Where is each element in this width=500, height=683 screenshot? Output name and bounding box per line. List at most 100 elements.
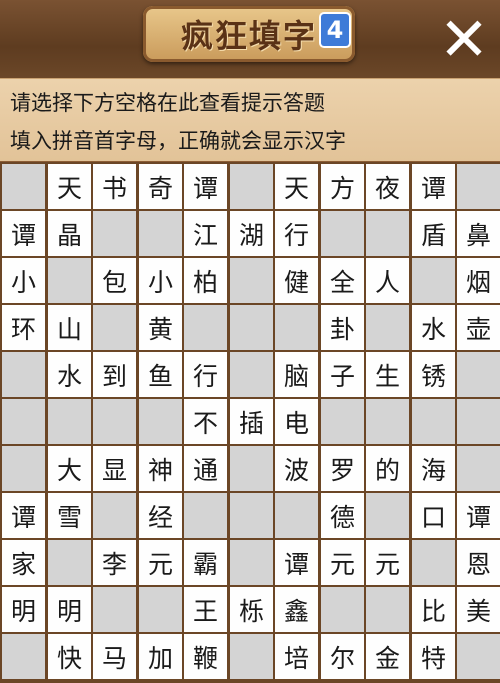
grid-cell-filled: 环 — [2, 305, 45, 350]
grid-cell-empty[interactable] — [321, 587, 364, 632]
grid-cell-filled: 鱼 — [139, 352, 182, 397]
grid-cell-empty[interactable] — [184, 493, 227, 538]
grid-cell-filled: 江 — [184, 211, 227, 256]
grid-cell-filled: 尔 — [321, 634, 364, 679]
grid-cell-filled: 比 — [412, 587, 455, 632]
grid-cell-filled: 元 — [366, 540, 409, 585]
grid-cell-empty[interactable] — [2, 446, 45, 491]
grid-cell-empty[interactable] — [230, 446, 273, 491]
grid-cell-filled: 夜 — [366, 164, 409, 209]
grid-cell-empty[interactable] — [412, 399, 455, 444]
grid-cell-empty[interactable] — [366, 305, 409, 350]
grid-cell-filled: 马 — [93, 634, 136, 679]
grid-cell-empty[interactable] — [230, 352, 273, 397]
grid-cell-filled: 到 — [93, 352, 136, 397]
grid-cell-empty[interactable] — [230, 164, 273, 209]
grid-cell-filled: 鞭 — [184, 634, 227, 679]
grid-cell-empty[interactable] — [366, 587, 409, 632]
grid-cell-filled: 波 — [275, 446, 318, 491]
grid-cell-filled: 天 — [275, 164, 318, 209]
crossword-grid: 天书奇谭天方夜谭谭晶江湖行盾鼻小包小柏健全人烟环山黄卦水壶水到鱼行脑子生锈不插电… — [0, 162, 500, 683]
grid-cell-empty[interactable] — [457, 352, 500, 397]
grid-cell-filled: 加 — [139, 634, 182, 679]
grid-cell-filled: 谭 — [457, 493, 500, 538]
grid-cell-filled: 生 — [366, 352, 409, 397]
grid-cell-empty[interactable] — [2, 399, 45, 444]
grid-cell-empty[interactable] — [457, 399, 500, 444]
grid-cell-empty[interactable] — [457, 634, 500, 679]
grid-cell-filled: 山 — [48, 305, 91, 350]
grid-cell-filled: 的 — [366, 446, 409, 491]
grid-cell-empty[interactable] — [230, 258, 273, 303]
grid-cell-filled: 显 — [93, 446, 136, 491]
grid-cell-empty[interactable] — [366, 211, 409, 256]
grid-cell-empty[interactable] — [139, 587, 182, 632]
grid-cell-empty[interactable] — [184, 305, 227, 350]
grid-cell-filled: 书 — [93, 164, 136, 209]
grid-cell-empty[interactable] — [93, 399, 136, 444]
grid-cell-filled: 元 — [139, 540, 182, 585]
grid-cell-filled: 谭 — [184, 164, 227, 209]
grid-cell-filled: 水 — [48, 352, 91, 397]
grid-cell-filled: 锈 — [412, 352, 455, 397]
grid-cell-filled: 经 — [139, 493, 182, 538]
grid-cell-filled: 金 — [366, 634, 409, 679]
grid-cell-filled: 湖 — [230, 211, 273, 256]
grid-cell-empty[interactable] — [93, 305, 136, 350]
grid-cell-empty[interactable] — [275, 305, 318, 350]
grid-cell-filled: 全 — [321, 258, 364, 303]
grid-cell-filled: 烟 — [457, 258, 500, 303]
grid-cell-filled: 奇 — [139, 164, 182, 209]
grid-cell-filled: 海 — [412, 446, 455, 491]
grid-cell-empty[interactable] — [48, 399, 91, 444]
grid-cell-filled: 子 — [321, 352, 364, 397]
grid-cell-filled: 栎 — [230, 587, 273, 632]
grid-cell-filled: 柏 — [184, 258, 227, 303]
grid-cell-empty[interactable] — [2, 164, 45, 209]
grid-cell-empty[interactable] — [48, 540, 91, 585]
grid-cell-filled: 罗 — [321, 446, 364, 491]
grid-cell-filled: 不 — [184, 399, 227, 444]
grid-cell-empty[interactable] — [366, 399, 409, 444]
hint-panel: 请选择下方空格在此查看提示答题 填入拼音首字母，正确就会显示汉字 — [0, 78, 500, 163]
grid-cell-empty[interactable] — [321, 399, 364, 444]
grid-cell-empty[interactable] — [275, 493, 318, 538]
grid-cell-empty[interactable] — [412, 540, 455, 585]
grid-cell-filled: 盾 — [412, 211, 455, 256]
grid-cell-empty[interactable] — [412, 258, 455, 303]
grid-cell-empty[interactable] — [93, 211, 136, 256]
grid-cell-empty[interactable] — [230, 634, 273, 679]
grid-cell-filled: 行 — [184, 352, 227, 397]
grid-cell-empty[interactable] — [139, 211, 182, 256]
grid-cell-filled: 雪 — [48, 493, 91, 538]
grid-cell-empty[interactable] — [48, 258, 91, 303]
grid-cell-empty[interactable] — [230, 540, 273, 585]
grid-cell-filled: 鼻 — [457, 211, 500, 256]
grid-cell-filled: 德 — [321, 493, 364, 538]
grid-cell-empty[interactable] — [139, 399, 182, 444]
grid-cell-filled: 小 — [139, 258, 182, 303]
grid-cell-empty[interactable] — [457, 164, 500, 209]
grid-cell-filled: 插 — [230, 399, 273, 444]
close-button[interactable]: ✕ — [436, 10, 492, 70]
grid-cell-empty[interactable] — [457, 446, 500, 491]
grid-cell-filled: 通 — [184, 446, 227, 491]
grid-cell-empty[interactable] — [366, 493, 409, 538]
grid-cell-filled: 王 — [184, 587, 227, 632]
grid-cell-filled: 神 — [139, 446, 182, 491]
grid-cell-empty[interactable] — [321, 211, 364, 256]
grid-cell-filled: 元 — [321, 540, 364, 585]
grid-cell-empty[interactable] — [2, 634, 45, 679]
game-logo: 疯狂填字 4 — [143, 6, 355, 62]
grid-cell-filled: 培 — [275, 634, 318, 679]
grid-cell-empty[interactable] — [93, 493, 136, 538]
grid-cell-empty[interactable] — [230, 305, 273, 350]
grid-cell-empty[interactable] — [2, 352, 45, 397]
grid-cell-filled: 谭 — [412, 164, 455, 209]
grid-cell-empty[interactable] — [230, 493, 273, 538]
grid-cell-filled: 黄 — [139, 305, 182, 350]
grid-cell-filled: 大 — [48, 446, 91, 491]
grid-cell-empty[interactable] — [93, 587, 136, 632]
grid-cell-filled: 明 — [48, 587, 91, 632]
grid-cell-filled: 方 — [321, 164, 364, 209]
